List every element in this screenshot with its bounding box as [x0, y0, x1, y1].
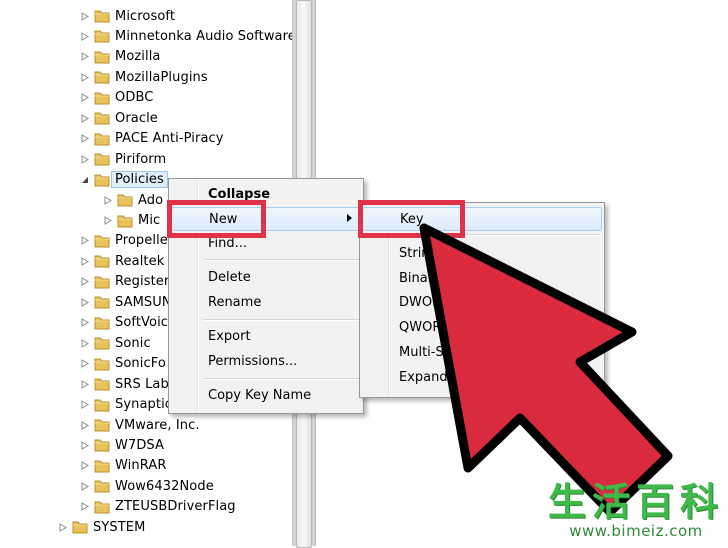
- watermark-url: www.bimeiz.com: [569, 522, 703, 540]
- pointer-arrow-icon: [419, 223, 673, 517]
- watermark-chinese-text: 生活百科: [547, 480, 724, 524]
- watermark: 生活百科 www.bimeiz.com: [548, 482, 724, 540]
